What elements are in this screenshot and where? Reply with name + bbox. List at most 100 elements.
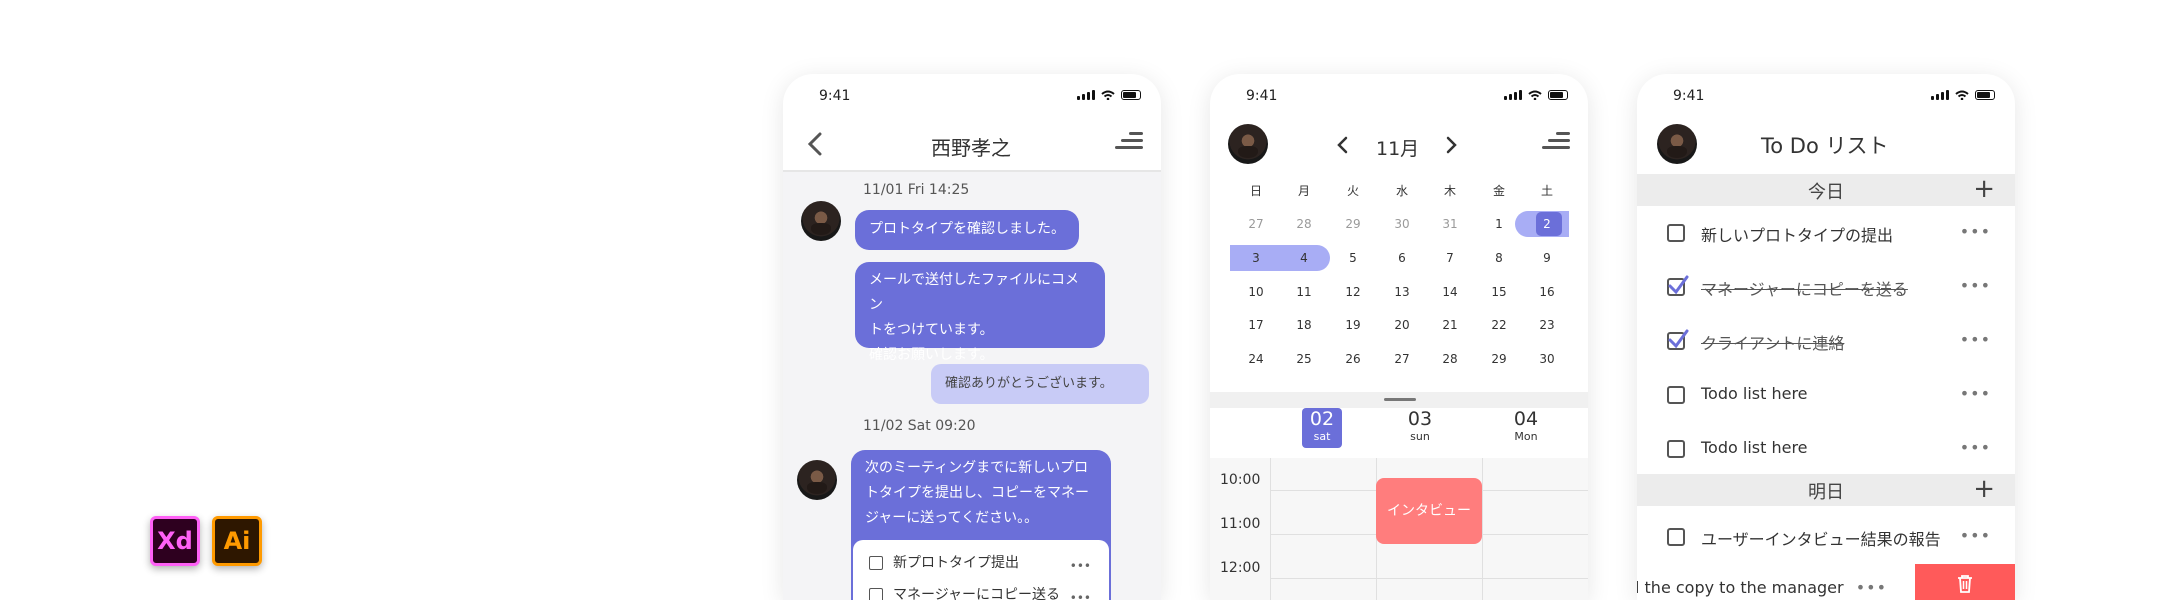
back-chevron-icon[interactable] bbox=[807, 132, 823, 156]
todo-checkbox[interactable] bbox=[1667, 224, 1685, 242]
calendar-day[interactable]: 7 bbox=[1426, 247, 1474, 269]
todo-label: マネージャーにコピーを送る bbox=[1701, 280, 1908, 299]
todo-item-swiped[interactable]: l the copy to the manager ••• bbox=[1637, 564, 2015, 600]
day-strip-inner: 02 sat 03 sun 04 Mon bbox=[1210, 408, 1588, 452]
calendar-day[interactable]: 30 bbox=[1523, 348, 1571, 370]
contact-avatar bbox=[801, 201, 841, 241]
calendar-day[interactable]: 25 bbox=[1280, 348, 1328, 370]
calendar-day[interactable]: 13 bbox=[1378, 281, 1426, 303]
calendar-day[interactable]: 28 bbox=[1426, 348, 1474, 370]
task-item[interactable]: 新プロトタイプ提出 bbox=[869, 554, 1019, 572]
calendar-day[interactable]: 17 bbox=[1232, 314, 1280, 336]
user-avatar[interactable] bbox=[1228, 124, 1268, 164]
event-block[interactable]: インタビュー bbox=[1376, 478, 1482, 544]
calendar-day[interactable]: 23 bbox=[1523, 314, 1571, 336]
section-title: 今日 bbox=[1808, 182, 1844, 203]
more-icon[interactable]: ••• bbox=[1960, 438, 1991, 457]
calendar-day[interactable]: 11 bbox=[1280, 281, 1328, 303]
todo-checkbox[interactable] bbox=[1667, 386, 1685, 404]
more-icon[interactable]: ••• bbox=[1960, 330, 1991, 349]
incoming-message: メールで送付したファイルにコメン トをつけています。 確認お願いします。 bbox=[855, 262, 1105, 363]
battery-icon bbox=[1975, 90, 1995, 100]
more-icon[interactable]: ••• bbox=[1856, 578, 1887, 597]
weekday-label: 水 bbox=[1395, 184, 1408, 198]
message-text: メールで送付したファイルにコメン bbox=[869, 272, 1079, 313]
more-icon[interactable]: ••• bbox=[1960, 276, 1991, 295]
illustrator-app-icon: Ai bbox=[212, 516, 262, 566]
more-icon[interactable]: ••• bbox=[1960, 526, 1991, 545]
todo-item[interactable]: ユーザーインタビュー結果の報告 ••• bbox=[1637, 512, 2015, 566]
calendar-day[interactable]: 21 bbox=[1426, 314, 1474, 336]
menu-icon[interactable] bbox=[1115, 132, 1143, 149]
calendar-day[interactable]: 6 bbox=[1378, 247, 1426, 269]
todo-checkbox[interactable] bbox=[1667, 440, 1685, 458]
message-text: トタイプを提出し、コピーをマネー bbox=[865, 485, 1089, 501]
todo-label: Todo list here bbox=[1701, 438, 1808, 457]
task-item[interactable]: マネージャーにコピー送る bbox=[869, 586, 1060, 600]
calendar-day[interactable]: 1 bbox=[1475, 213, 1523, 235]
day-tab[interactable]: 04 Mon bbox=[1506, 408, 1546, 448]
todo-screen: 9:41 To Do リスト 今日 + 新しいプロトタイプの提出 ••• マネージャ… bbox=[1637, 74, 2015, 600]
calendar-day[interactable]: 18 bbox=[1280, 314, 1328, 336]
calendar-day[interactable]: 29 bbox=[1475, 348, 1523, 370]
day-tab[interactable]: 03 sun bbox=[1400, 408, 1440, 448]
calendar-day[interactable]: 9 bbox=[1523, 247, 1571, 269]
todo-item[interactable]: 新しいプロトタイプの提出 ••• bbox=[1637, 208, 2015, 262]
calendar-day[interactable]: 27 bbox=[1378, 348, 1426, 370]
user-avatar[interactable] bbox=[1657, 124, 1697, 164]
todo-label: ユーザーインタビュー結果の報告 bbox=[1701, 530, 1941, 549]
month-title: 11月 bbox=[1376, 138, 1420, 160]
calendar-day[interactable]: 16 bbox=[1523, 281, 1571, 303]
incoming-message: プロトタイプを確認しました。 bbox=[855, 210, 1079, 250]
calendar-day[interactable]: 3 bbox=[1232, 247, 1280, 269]
todo-checkbox[interactable] bbox=[1667, 528, 1685, 546]
calendar-day[interactable]: 14 bbox=[1426, 281, 1474, 303]
event-title: インタビュー bbox=[1387, 503, 1471, 519]
menu-icon[interactable] bbox=[1542, 132, 1570, 149]
day-name: Mon bbox=[1514, 430, 1538, 443]
todo-item[interactable]: クライアントに連絡 ••• bbox=[1637, 316, 2015, 370]
calendar-day[interactable]: 29 bbox=[1329, 213, 1377, 235]
outgoing-message: 確認ありがとうございます。 bbox=[931, 364, 1149, 404]
drag-handle[interactable] bbox=[1384, 398, 1416, 401]
next-month-icon[interactable] bbox=[1446, 136, 1458, 154]
incoming-message: 次のミーティングまでに新しいプロ トタイプを提出し、コピーをマネー ジャーに送っ… bbox=[851, 450, 1111, 600]
task-more-icon[interactable]: ••• bbox=[1070, 586, 1091, 600]
calendar-day[interactable]: 27 bbox=[1232, 213, 1280, 235]
more-icon[interactable]: ••• bbox=[1960, 222, 1991, 241]
day-tab-selected[interactable]: 02 sat bbox=[1302, 408, 1342, 448]
todo-item[interactable]: マネージャーにコピーを送る ••• bbox=[1637, 262, 2015, 316]
status-time: 9:41 bbox=[1246, 88, 1278, 104]
todo-item[interactable]: Todo list here ••• bbox=[1637, 370, 2015, 424]
calendar-day[interactable]: 28 bbox=[1280, 213, 1328, 235]
section-header-today: 今日 + bbox=[1637, 174, 2015, 206]
calendar-day[interactable]: 8 bbox=[1475, 247, 1523, 269]
calendar-day[interactable]: 15 bbox=[1475, 281, 1523, 303]
calendar-day[interactable]: 24 bbox=[1232, 348, 1280, 370]
add-task-icon[interactable]: + bbox=[1973, 176, 1995, 202]
calendar-day[interactable]: 31 bbox=[1426, 213, 1474, 235]
weekday-label: 土 bbox=[1540, 184, 1553, 198]
day-strip: 02 sat 03 sun 04 Mon bbox=[1210, 392, 1588, 452]
todo-checkbox-checked[interactable] bbox=[1667, 275, 1689, 296]
todo-item[interactable]: Todo list here ••• bbox=[1637, 424, 2015, 478]
calendar-day[interactable]: 2 bbox=[1523, 213, 1571, 235]
add-task-icon[interactable]: + bbox=[1973, 476, 1995, 502]
task-checkbox[interactable] bbox=[869, 556, 883, 570]
todo-checkbox-checked[interactable] bbox=[1667, 329, 1689, 350]
task-more-icon[interactable]: ••• bbox=[1070, 554, 1091, 579]
calendar-day[interactable]: 30 bbox=[1378, 213, 1426, 235]
calendar-day[interactable]: 4 bbox=[1280, 247, 1328, 269]
weekday-label: 日 bbox=[1249, 184, 1262, 198]
task-checkbox[interactable] bbox=[869, 588, 883, 600]
calendar-day[interactable]: 22 bbox=[1475, 314, 1523, 336]
calendar-day[interactable]: 10 bbox=[1232, 281, 1280, 303]
calendar-day[interactable]: 19 bbox=[1329, 314, 1377, 336]
calendar-day[interactable]: 12 bbox=[1329, 281, 1377, 303]
more-icon[interactable]: ••• bbox=[1960, 384, 1991, 403]
delete-button[interactable] bbox=[1915, 564, 2015, 600]
calendar-day[interactable]: 26 bbox=[1329, 348, 1377, 370]
calendar-day[interactable]: 20 bbox=[1378, 314, 1426, 336]
calendar-day[interactable]: 5 bbox=[1329, 247, 1377, 269]
prev-month-icon[interactable] bbox=[1336, 136, 1348, 154]
